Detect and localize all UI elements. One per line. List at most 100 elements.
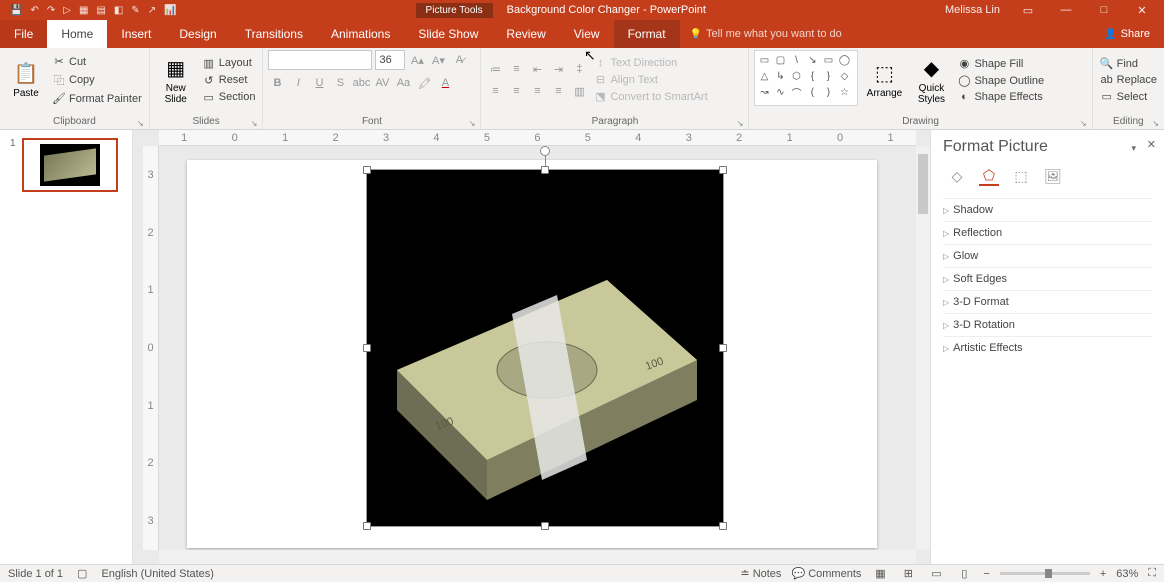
line-spacing-button[interactable]: ‡: [570, 60, 588, 78]
tell-me-search[interactable]: Tell me what you want to do: [690, 20, 842, 48]
qat-icon[interactable]: ▦: [79, 5, 88, 16]
horizontal-scrollbar[interactable]: [159, 550, 916, 564]
resize-handle[interactable]: [363, 166, 371, 174]
tab-home[interactable]: Home: [47, 20, 107, 48]
tab-slideshow[interactable]: Slide Show: [404, 20, 492, 48]
spellcheck-icon[interactable]: ▢: [77, 567, 87, 580]
case-button[interactable]: Aa: [394, 74, 412, 92]
language-indicator[interactable]: English (United States): [101, 568, 214, 580]
qat-icon[interactable]: ◧: [114, 5, 123, 16]
shadow-button[interactable]: S: [331, 74, 349, 92]
indent-inc-button[interactable]: ⇥: [549, 60, 567, 78]
italic-button[interactable]: I: [289, 74, 307, 92]
slide-indicator[interactable]: Slide 1 of 1: [8, 568, 63, 580]
shape-outline-button[interactable]: ◯Shape Outline: [955, 73, 1046, 88]
font-color-button[interactable]: A: [436, 74, 454, 92]
tab-design[interactable]: Design: [165, 20, 230, 48]
slideshow-icon[interactable]: ▷: [63, 5, 71, 16]
resize-handle[interactable]: [541, 522, 549, 530]
qat-icon[interactable]: ✎: [131, 5, 139, 16]
tab-transitions[interactable]: Transitions: [231, 20, 317, 48]
text-direction-button[interactable]: ↕Text Direction: [591, 56, 709, 70]
font-family-input[interactable]: [268, 50, 372, 70]
picture-tab-icon[interactable]: 🖼: [1043, 166, 1063, 186]
resize-handle[interactable]: [363, 344, 371, 352]
zoom-in-icon[interactable]: +: [1100, 568, 1106, 580]
qat-icon[interactable]: ↗: [148, 5, 156, 16]
underline-button[interactable]: U: [310, 74, 328, 92]
resize-handle[interactable]: [541, 166, 549, 174]
shape-fill-button[interactable]: ◉Shape Fill: [955, 56, 1046, 71]
columns-button[interactable]: ▥: [570, 82, 588, 100]
cut-button[interactable]: ✂Cut: [50, 54, 144, 69]
notes-button[interactable]: ≐ Notes: [740, 567, 781, 580]
zoom-level[interactable]: 63%: [1116, 568, 1138, 580]
resize-handle[interactable]: [719, 344, 727, 352]
close-pane-icon[interactable]: ✕: [1147, 138, 1156, 151]
spacing-button[interactable]: AV: [373, 74, 391, 92]
sorter-view-icon[interactable]: ⊞: [899, 567, 917, 580]
highlight-button[interactable]: 🖍: [415, 74, 433, 92]
reading-view-icon[interactable]: ▭: [927, 567, 945, 580]
format-property[interactable]: Shadow: [943, 198, 1152, 221]
section-button[interactable]: ▭Section: [200, 90, 258, 105]
pane-options-icon[interactable]: ▾: [1131, 143, 1136, 154]
ribbon-display-icon[interactable]: ▭: [1018, 4, 1038, 17]
redo-icon[interactable]: ↷: [47, 5, 55, 16]
align-right-button[interactable]: ≡: [528, 82, 546, 100]
arrange-button[interactable]: ⬚ Arrange: [861, 50, 907, 110]
format-property[interactable]: Artistic Effects: [943, 336, 1152, 359]
format-property[interactable]: Reflection: [943, 221, 1152, 244]
resize-handle[interactable]: [719, 522, 727, 530]
vertical-scrollbar[interactable]: [916, 146, 930, 550]
fit-window-icon[interactable]: ⛶: [1148, 567, 1156, 580]
clear-format-icon[interactable]: A̷: [450, 51, 468, 69]
tab-animations[interactable]: Animations: [317, 20, 404, 48]
resize-handle[interactable]: [719, 166, 727, 174]
tab-insert[interactable]: Insert: [107, 20, 165, 48]
slideshow-view-icon[interactable]: ▯: [955, 567, 973, 580]
rotate-handle[interactable]: [540, 146, 550, 156]
user-name[interactable]: Melissa Lin: [945, 4, 1000, 16]
format-painter-button[interactable]: 🖌Format Painter: [50, 91, 144, 106]
new-slide-button[interactable]: ▦ New Slide: [155, 50, 197, 110]
indent-dec-button[interactable]: ⇤: [528, 60, 546, 78]
save-icon[interactable]: 💾: [10, 5, 22, 16]
font-size-input[interactable]: [375, 50, 405, 70]
shrink-font-icon[interactable]: A▾: [429, 51, 447, 69]
quick-styles-button[interactable]: ◆ Quick Styles: [910, 50, 952, 110]
zoom-out-icon[interactable]: −: [983, 568, 989, 580]
smartart-button[interactable]: ⬔Convert to SmartArt: [591, 89, 709, 104]
format-property[interactable]: 3-D Format: [943, 290, 1152, 313]
shape-effects-button[interactable]: ◐Shape Effects: [955, 90, 1046, 104]
qat-icon[interactable]: 📊: [164, 5, 176, 16]
fill-tab-icon[interactable]: ◇: [947, 166, 967, 186]
copy-button[interactable]: ⿻Copy: [50, 71, 144, 89]
format-property[interactable]: Soft Edges: [943, 267, 1152, 290]
slide-thumbnail[interactable]: [22, 138, 118, 192]
format-property[interactable]: 3-D Rotation: [943, 313, 1152, 336]
align-center-button[interactable]: ≡: [507, 82, 525, 100]
find-button[interactable]: 🔍Find: [1098, 56, 1159, 71]
replace-button[interactable]: abReplace: [1098, 73, 1159, 87]
shape-gallery[interactable]: ▭▢\↘▭◯ △↳⬡{}◇ ↝∿⌒()☆: [754, 50, 858, 106]
size-tab-icon[interactable]: ⬚: [1011, 166, 1031, 186]
layout-button[interactable]: ▥Layout: [200, 56, 258, 71]
reset-button[interactable]: ↺Reset: [200, 73, 258, 88]
slide-canvas[interactable]: 100 100: [187, 160, 877, 548]
qat-icon[interactable]: ▤: [96, 5, 105, 16]
slide-editor[interactable]: 101234565432101 3210123 100 100: [133, 130, 930, 564]
minimize-icon[interactable]: —: [1056, 4, 1076, 16]
strike-button[interactable]: abc: [352, 74, 370, 92]
tab-view[interactable]: View: [560, 20, 614, 48]
effects-tab-icon[interactable]: ⬠: [979, 166, 999, 186]
tab-file[interactable]: File: [0, 20, 47, 48]
justify-button[interactable]: ≡: [549, 82, 567, 100]
comments-button[interactable]: 💬 Comments: [791, 567, 861, 580]
tab-review[interactable]: Review: [492, 20, 559, 48]
undo-icon[interactable]: ↶: [30, 5, 38, 16]
selected-picture[interactable]: 100 100: [367, 170, 723, 526]
normal-view-icon[interactable]: ▦: [871, 567, 889, 580]
grow-font-icon[interactable]: A▴: [408, 51, 426, 69]
numbering-button[interactable]: ≡: [507, 60, 525, 78]
